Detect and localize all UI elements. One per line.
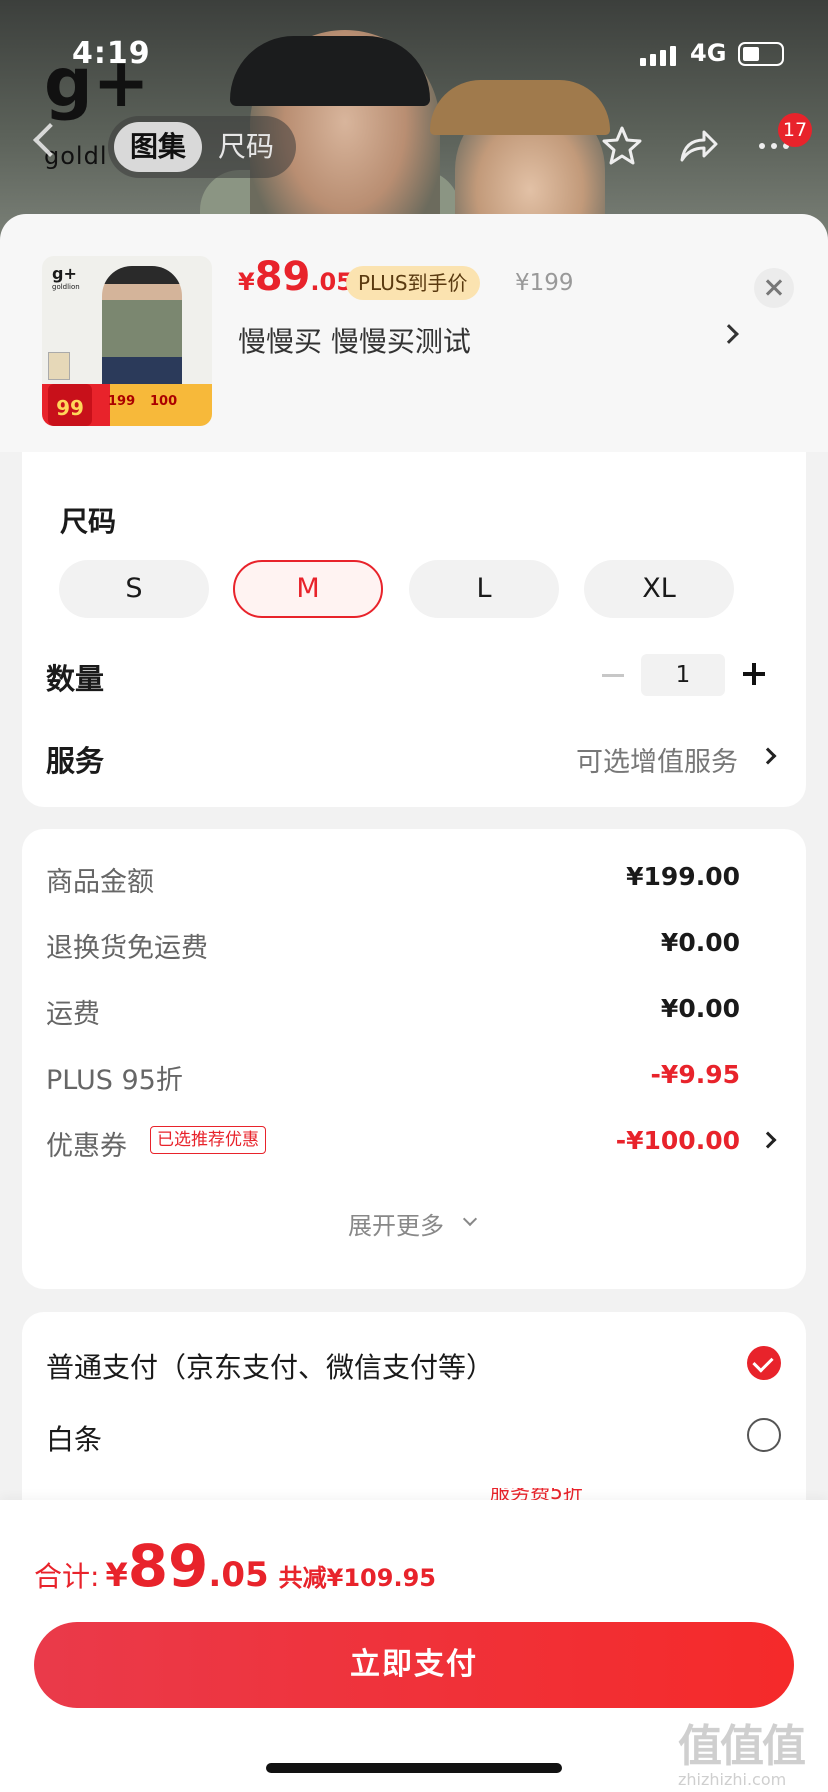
fee-label-coupon[interactable]: 优惠券: [46, 1124, 127, 1163]
thumb-promo-price: 99: [48, 384, 92, 426]
total-saved: 共减¥109.95: [278, 1564, 436, 1592]
size-title: 尺码: [60, 505, 117, 538]
fee-label-plus-discount: PLUS 95折: [46, 1065, 183, 1096]
payment-option-baitiao[interactable]: 白条: [46, 1418, 102, 1458]
photo-cap-right: [430, 80, 610, 135]
minus-icon[interactable]: [602, 674, 624, 677]
total-label: 合计:: [34, 1560, 100, 1593]
size-option-m[interactable]: M: [233, 560, 383, 618]
payment-option-normal[interactable]: 普通支付（京东支付、微信支付等）: [46, 1346, 494, 1386]
tab-size[interactable]: 尺码: [202, 122, 290, 172]
original-price: ¥199: [515, 270, 574, 296]
gallery-tab-switch: 图集 尺码: [108, 116, 297, 178]
signal-icon: [640, 46, 676, 66]
radio-checked-icon[interactable]: [747, 1346, 781, 1380]
watermark: 值值值 zhizhizhi.com: [678, 1721, 806, 1789]
size-option-xl[interactable]: XL: [584, 560, 734, 618]
selected-variant[interactable]: 慢慢买 慢慢买测试: [238, 320, 471, 360]
radio-unchecked-icon[interactable]: [747, 1418, 781, 1452]
home-indicator: [266, 1763, 562, 1773]
status-bar: 4:19 4G: [0, 36, 828, 76]
pay-now-button[interactable]: 立即支付: [34, 1622, 794, 1708]
quantity-label: 数量: [46, 662, 105, 696]
fee-label-return-shipping: 退换货免运费: [46, 933, 208, 964]
cart-badge: 17: [778, 113, 812, 147]
fee-value-goods: ¥199.00: [626, 862, 740, 891]
fee-label-shipping: 运费: [46, 999, 100, 1030]
size-option-l[interactable]: L: [409, 560, 559, 618]
star-icon[interactable]: [598, 122, 646, 170]
thumb-promo-199: 199: [108, 394, 136, 409]
share-icon[interactable]: [674, 122, 722, 170]
thumb-promo-100: 100: [150, 394, 178, 409]
tab-gallery[interactable]: 图集: [114, 122, 203, 172]
product-thumbnail[interactable]: g+ goldlion 99 199 100: [42, 256, 212, 426]
fee-value-return-shipping: ¥0.00: [660, 928, 740, 957]
plus-icon[interactable]: [743, 663, 765, 685]
coupon-tag: 已选推荐优惠: [150, 1126, 266, 1154]
thumb-model: [102, 266, 182, 396]
plus-price-tag: PLUS到手价: [346, 266, 480, 300]
service-label: 服务: [46, 744, 105, 778]
thumb-hangtag: [48, 352, 70, 380]
fee-label-goods: 商品金额: [46, 867, 154, 898]
thumb-logo: g+ goldlion: [52, 264, 80, 291]
quantity-input[interactable]: 1: [641, 654, 725, 696]
fee-value-plus-discount: -¥9.95: [650, 1060, 740, 1089]
network-type: 4G: [690, 39, 727, 67]
product-price: ¥ 89 .05: [238, 254, 353, 300]
order-total: 合计: ¥ 89 .05 共减¥109.95: [34, 1532, 436, 1600]
expand-more-button[interactable]: 展开更多: [348, 1206, 444, 1241]
fee-value-shipping: ¥0.00: [660, 994, 740, 1023]
service-value[interactable]: 可选增值服务: [576, 740, 738, 779]
size-option-s[interactable]: S: [59, 560, 209, 618]
fee-value-coupon[interactable]: -¥100.00: [616, 1126, 740, 1155]
battery-icon: [738, 42, 784, 66]
status-time: 4:19: [72, 36, 151, 71]
close-button[interactable]: [754, 268, 794, 308]
